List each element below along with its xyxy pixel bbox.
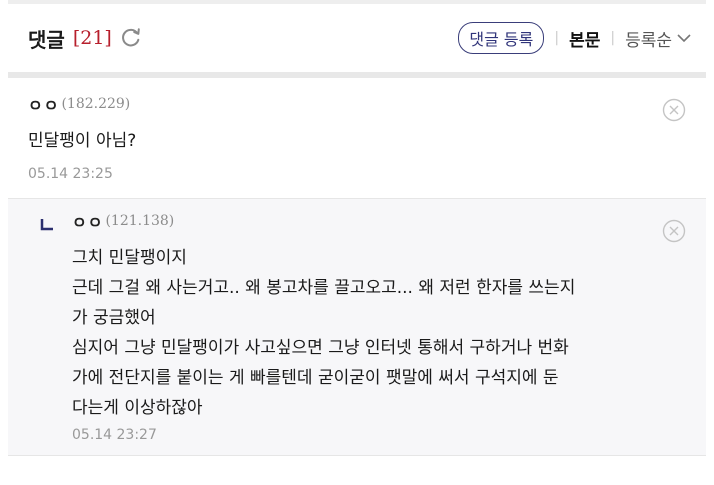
comment-title: 댓글	[28, 27, 65, 52]
reply-line: 다는게 이상하잖아	[72, 398, 203, 418]
write-comment-button[interactable]: 댓글 등록	[458, 22, 545, 54]
comment-ip: (182.229)	[61, 96, 131, 112]
reply-line: 근데 그걸 왜 사는거고.. 왜 봉고차를 끌고오고... 왜 저런 한자를 쓰…	[72, 278, 576, 298]
header-actions: 댓글 등록 | 본문 | 등록순	[458, 22, 692, 54]
comment-author: ㅇㅇ (182.229)	[28, 92, 130, 116]
comment-count: [21]	[72, 27, 112, 49]
divider: |	[610, 30, 616, 46]
reply-arrow-icon	[40, 219, 53, 231]
refresh-icon[interactable]	[120, 27, 142, 49]
author-row: ㅇㅇ (182.229)	[28, 92, 130, 116]
reply-line: 가 궁금했어	[72, 308, 156, 328]
reply-text: 그치 민달팽이지 근데 그걸 왜 사는거고.. 왜 봉고차를 끌고오고... 왜…	[72, 243, 682, 423]
reply-nickname[interactable]: ㅇㅇ	[72, 209, 103, 233]
reply-item: ㅇㅇ (121.138) 그치 민달팽이지 근데 그걸 왜 사는거고.. 왜 봉…	[8, 199, 706, 456]
reply-content: ㅇㅇ (121.138) 그치 민달팽이지 근데 그걸 왜 사는거고.. 왜 봉…	[72, 209, 682, 443]
divider: |	[554, 30, 560, 46]
reply-author-row: ㅇㅇ (121.138)	[72, 209, 682, 233]
reply-ip: (121.138)	[105, 213, 175, 229]
close-icon[interactable]	[662, 98, 686, 122]
reply-line: 심지어 그냥 민달팽이가 사고싶으면 그냥 인터넷 통해서 구하거나 번화	[72, 338, 569, 358]
sort-label: 등록순	[625, 30, 672, 51]
comment-text: 민달팽이 아님?	[28, 131, 137, 151]
comment-date: 05.14 23:25	[28, 166, 113, 182]
sort-dropdown[interactable]: 등록순	[625, 26, 692, 51]
reply-date: 05.14 23:27	[72, 427, 157, 443]
comment-header: 댓글 [21] 댓글 등록 | 본문 | 등록순	[8, 4, 706, 72]
comment-item: ㅇㅇ (182.229) 민달팽이 아님? 05.14 23:25	[8, 78, 706, 199]
body-link[interactable]: 본문	[569, 26, 600, 51]
reply-line: 가에 전단지를 붙이는 게 빠를텐데 굳이굳이 팻말에 써서 구석지에 둔	[72, 368, 559, 388]
reply-line: 그치 민달팽이지	[72, 248, 187, 268]
close-icon[interactable]	[662, 219, 686, 243]
chevron-down-icon	[677, 34, 691, 43]
comment-nickname[interactable]: ㅇㅇ	[28, 92, 59, 116]
